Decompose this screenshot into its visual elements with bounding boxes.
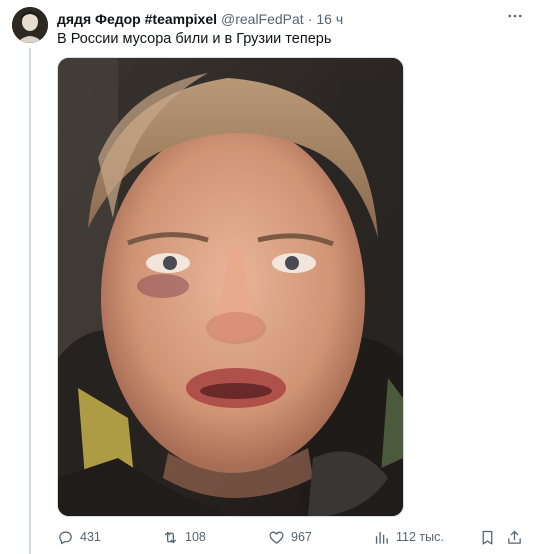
photo-image: [58, 58, 403, 516]
display-name[interactable]: дядя Федор #teampixel: [57, 10, 217, 28]
bookmark-button[interactable]: [479, 527, 496, 547]
bookmark-icon: [482, 530, 493, 545]
tweet-text: В России мусора били и в Грузии теперь: [57, 31, 332, 47]
avatar[interactable]: [12, 7, 48, 43]
views-button[interactable]: 112 тыс.: [373, 527, 444, 547]
heart-icon: [269, 531, 284, 544]
separator-dot: ·: [307, 11, 313, 27]
tweet-card[interactable]: дядя Федор #teampixel @realFedPat · 16 ч…: [0, 0, 552, 554]
timestamp[interactable]: 16 ч: [316, 10, 343, 28]
tweet-header: дядя Федор #teampixel @realFedPat · 16 ч: [57, 10, 343, 28]
views-icon: [375, 531, 388, 544]
views-count: 112 тыс.: [396, 530, 444, 544]
like-button[interactable]: 967: [268, 527, 312, 547]
like-count: 967: [291, 530, 312, 544]
tweet-actions: 431 108 967 112 тыс.: [57, 527, 527, 547]
tweet-photo[interactable]: [57, 57, 404, 517]
reply-icon: [59, 531, 72, 544]
retweet-icon: [164, 531, 177, 543]
share-button[interactable]: [506, 527, 523, 547]
reply-count: 431: [80, 530, 101, 544]
more-horizontal-icon: [508, 14, 522, 18]
more-options-button[interactable]: [504, 8, 526, 24]
retweet-count: 108: [185, 530, 206, 544]
share-icon: [508, 530, 521, 544]
thread-line: [29, 48, 31, 554]
retweet-button[interactable]: 108: [162, 527, 206, 547]
reply-button[interactable]: 431: [57, 527, 101, 547]
user-handle[interactable]: @realFedPat: [221, 10, 304, 28]
